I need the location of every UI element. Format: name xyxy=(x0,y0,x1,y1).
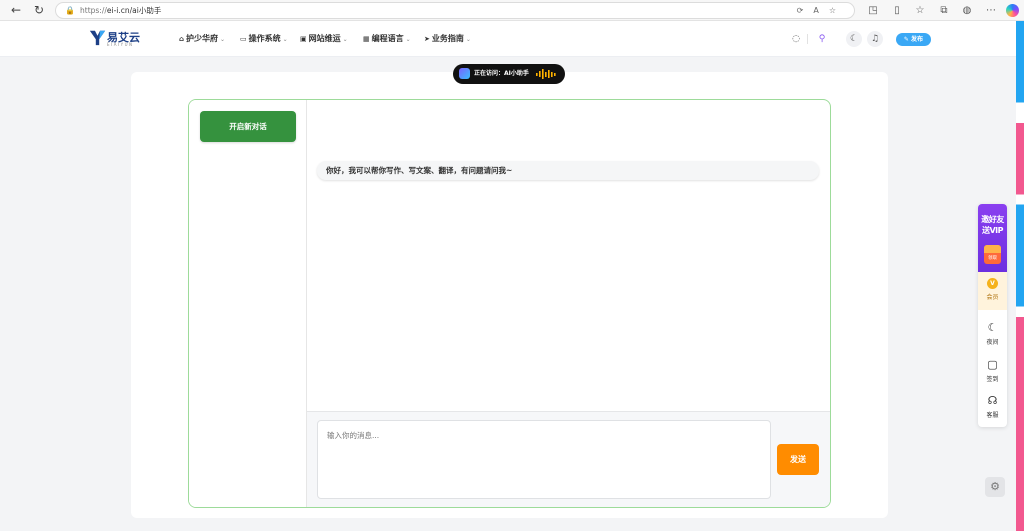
address-bar[interactable]: 🔒 https://ei-i.cn/ai小助手 ⟳A☆ xyxy=(55,2,855,19)
calendar-icon: ▢ xyxy=(987,358,998,371)
reload-icon[interactable]: ↻ xyxy=(31,3,47,18)
nav-item-site-ops[interactable]: ▣ 网站维运 ⌄ xyxy=(300,33,348,44)
browser-toolbar: ← ↻ 🔒 https://ei-i.cn/ai小助手 ⟳A☆ ◳ ▯ ☆ ⧉ … xyxy=(0,0,1024,21)
sign-in-button[interactable]: ▢ 签到 xyxy=(978,352,1007,388)
visit-status-pill: 正在访问：AI小助手 xyxy=(453,64,565,84)
message-input[interactable] xyxy=(317,420,771,499)
header-divider xyxy=(807,34,808,44)
member-label: 会员 xyxy=(986,294,999,301)
lock-icon: 🔒 xyxy=(65,6,75,15)
customer-service-button[interactable]: ☊ 客服 xyxy=(978,388,1007,424)
url-scheme: https:// xyxy=(80,6,107,15)
collections-icon[interactable]: ⧉ xyxy=(937,3,951,18)
nav-item-os[interactable]: ▭ 操作系统 ⌄ xyxy=(240,33,288,44)
floating-toolbar: 邀好友 送VIP 领取 V 会员 ☾ 夜间 ▢ 签到 ☊ 客服 xyxy=(978,204,1007,427)
assistant-greeting-message: 你好，我可以帮你写作、写文案、翻译，有问题请问我~ xyxy=(317,161,819,180)
service-label: 客服 xyxy=(986,412,999,419)
nav-label: 网站维运 xyxy=(308,34,341,43)
visit-status-text: 正在访问：AI小助手 xyxy=(474,70,529,77)
invite-vip-promo[interactable]: 邀好友 送VIP 领取 xyxy=(978,204,1007,272)
nav-label: 护少华府 xyxy=(186,34,219,43)
vip-badge-icon: V xyxy=(987,278,998,289)
laptop-icon: ▭ xyxy=(240,35,247,43)
chat-sidebar: 开启新对话 xyxy=(189,100,307,507)
nav-item-business[interactable]: ➤ 业务指南 ⌄ xyxy=(424,33,471,44)
gift-icon: 领取 xyxy=(984,245,1001,264)
publish-button[interactable]: ✎ 发布 xyxy=(896,33,931,46)
wallet-icon[interactable]: ◍ xyxy=(960,3,974,18)
logo-subtitle: EIAIYUN xyxy=(107,42,134,47)
address-bar-actions[interactable]: ⟳A☆ xyxy=(797,3,846,18)
promo-gift-label: 领取 xyxy=(988,256,997,261)
favorites-icon[interactable]: ☆ xyxy=(913,3,927,18)
more-menu-icon[interactable]: ⋯ xyxy=(984,3,998,18)
member-button[interactable]: V 会员 xyxy=(978,272,1007,310)
promo-line-2: 送VIP xyxy=(981,226,1004,235)
chevron-down-icon: ⌄ xyxy=(342,36,348,43)
new-chat-button[interactable]: 开启新对话 xyxy=(200,111,296,142)
chevron-down-icon: ⌄ xyxy=(405,36,411,43)
night-label: 夜间 xyxy=(986,339,999,346)
message-composer: 发送 xyxy=(307,411,830,507)
search-icon[interactable]: ⚲ xyxy=(814,31,830,47)
nav-item-home[interactable]: ⌂ 护少华府 ⌄ xyxy=(179,33,225,44)
extension-icon[interactable]: ◳ xyxy=(866,3,880,18)
home-icon: ⌂ xyxy=(179,35,185,43)
headset-icon: ☊ xyxy=(987,394,998,407)
signin-label: 签到 xyxy=(986,376,999,383)
settings-gear-icon[interactable]: ⚙ xyxy=(985,477,1005,497)
chevron-down-icon: ⌄ xyxy=(282,36,288,43)
nav-label: 业务指南 xyxy=(431,34,464,43)
send-button[interactable]: 发送 xyxy=(777,444,819,475)
promo-line-1: 邀好友 xyxy=(981,215,1004,224)
send-icon: ➤ xyxy=(424,35,430,43)
copilot-icon[interactable] xyxy=(1006,4,1019,17)
bell-icon[interactable]: ♫ xyxy=(867,31,883,47)
url-host: ei-i.cn/ai小助手 xyxy=(106,6,162,15)
back-icon[interactable]: ← xyxy=(8,3,24,18)
chat-main: 你好，我可以帮你写作、写文案、翻译，有问题请问我~ 发送 xyxy=(307,100,830,507)
monitor-icon: ▣ xyxy=(300,35,307,43)
nav-label: 编程语言 xyxy=(371,34,404,43)
moon-icon[interactable]: ☾ xyxy=(846,31,862,47)
audio-wave-icon xyxy=(536,69,556,79)
moon-icon: ☾ xyxy=(987,321,998,334)
chat-window: 开启新对话 你好，我可以帮你写作、写文案、翻译，有问题请问我~ 发送 xyxy=(188,99,831,508)
lightbulb-icon[interactable]: ◌ xyxy=(788,31,804,47)
chevron-down-icon: ⌄ xyxy=(465,36,471,43)
nav-item-programming[interactable]: ▦ 编程语言 ⌄ xyxy=(363,33,411,44)
night-mode-button[interactable]: ☾ 夜间 xyxy=(978,315,1007,351)
robot-avatar-icon xyxy=(459,68,470,79)
page-edge-decoration xyxy=(1016,21,1024,531)
nav-label: 操作系统 xyxy=(248,34,281,43)
grid-icon: ▦ xyxy=(363,35,370,43)
chevron-down-icon: ⌄ xyxy=(220,36,226,43)
logo-mark-icon xyxy=(89,30,106,46)
split-screen-icon[interactable]: ▯ xyxy=(890,3,904,18)
publish-label: 发布 xyxy=(911,36,924,43)
site-header: 易艾云 EIAIYUN ⌂ 护少华府 ⌄ ▭ 操作系统 ⌄ ▣ 网站维运 ⌄ ▦ 编程语言 ⌄ … xyxy=(0,21,1016,57)
